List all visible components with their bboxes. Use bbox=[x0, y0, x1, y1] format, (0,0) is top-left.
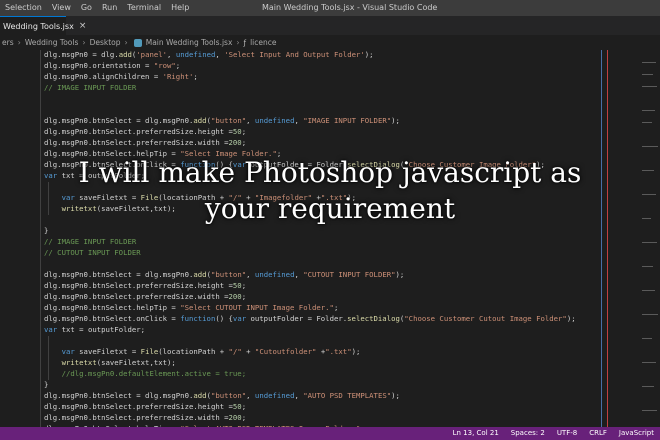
menu-run[interactable]: Run bbox=[97, 0, 122, 16]
status-language[interactable]: JavaScript bbox=[613, 427, 660, 440]
breadcrumb: ers › Wedding Tools › Desktop › Main Wed… bbox=[0, 35, 660, 50]
code-line[interactable]: dlg.msgPn0.btnSelect = dlg.msgPn0.add("b… bbox=[44, 269, 404, 280]
overlay-line-1: I will make Photoshop javascript as bbox=[78, 156, 582, 189]
code-line[interactable]: // IMAGE INPUT FOLDER bbox=[44, 82, 136, 93]
code-line[interactable]: var txt = outputFolder; bbox=[44, 324, 145, 335]
breadcrumb-item[interactable]: Wedding Tools bbox=[23, 38, 81, 47]
menu-items: Selection View Go Run Terminal Help bbox=[0, 0, 194, 16]
status-bar: Ln 13, Col 21 Spaces: 2 UTF-8 CRLF JavaS… bbox=[0, 427, 660, 440]
menu-terminal[interactable]: Terminal bbox=[122, 0, 166, 16]
status-encoding[interactable]: UTF-8 bbox=[551, 427, 583, 440]
code-line[interactable]: //dlg.msgPn0.defaultElement.active = tru… bbox=[44, 368, 247, 379]
code-line[interactable]: dlg.msgPn0.alignChildren = 'Right'; bbox=[44, 71, 198, 82]
code-line[interactable]: dlg.msgPn0.btnSelect.preferredSize.heigh… bbox=[44, 126, 246, 137]
breadcrumb-item[interactable]: ers bbox=[0, 38, 16, 47]
code-line[interactable]: // IMAGE INPUT FOLDER bbox=[44, 236, 136, 247]
status-line-ending[interactable]: CRLF bbox=[583, 427, 613, 440]
indent-guide bbox=[40, 50, 41, 427]
tab-wedding-tools[interactable]: Wedding Tools.jsx × bbox=[0, 16, 86, 35]
tab-label: Wedding Tools.jsx bbox=[3, 21, 74, 31]
code-line[interactable]: // CUTOUT INPUT FOLDER bbox=[44, 247, 141, 258]
promo-overlay-text: I will make Photoshop javascript as your… bbox=[0, 155, 660, 227]
code-line[interactable]: dlg.msgPn0.btnSelect = dlg.msgPn0.add("b… bbox=[44, 115, 400, 126]
menu-view[interactable]: View bbox=[47, 0, 76, 16]
minimap[interactable] bbox=[640, 50, 660, 427]
status-indentation[interactable]: Spaces: 2 bbox=[505, 427, 551, 440]
window-title: Main Wedding Tools.jsx - Visual Studio C… bbox=[262, 3, 438, 12]
chevron-right-icon: › bbox=[82, 38, 86, 47]
code-line[interactable]: dlg.msgPn0.btnSelect.onClick = function(… bbox=[44, 313, 576, 324]
code-line[interactable]: dlg.msgPn0.btnSelect.preferredSize.width… bbox=[44, 137, 246, 148]
tab-bar: Wedding Tools.jsx × bbox=[0, 16, 660, 35]
menu-go[interactable]: Go bbox=[76, 0, 97, 16]
ruler-line bbox=[607, 50, 608, 427]
code-line[interactable]: dlg.msgPn0.btnSelect.preferredSize.heigh… bbox=[44, 280, 246, 291]
close-icon[interactable]: × bbox=[79, 21, 87, 31]
function-symbol-icon: ƒ bbox=[243, 38, 247, 47]
code-line[interactable]: writetxt(saveFiletxt,txt); bbox=[44, 357, 176, 368]
code-line[interactable]: dlg.msgPn0.btnSelect.preferredSize.width… bbox=[44, 412, 246, 423]
breadcrumb-item[interactable]: Desktop bbox=[88, 38, 123, 47]
menu-selection[interactable]: Selection bbox=[0, 0, 47, 16]
code-line[interactable]: dlg.msgPn0.btnSelect.preferredSize.width… bbox=[44, 291, 246, 302]
code-line[interactable]: dlg.msgPn0.btnSelect.preferredSize.heigh… bbox=[44, 401, 246, 412]
code-line[interactable]: dlg.msgPn0 = dlg.add('panel', undefined,… bbox=[44, 50, 374, 60]
code-line[interactable]: dlg.msgPn0.orientation = "row"; bbox=[44, 60, 180, 71]
javascript-file-icon bbox=[133, 38, 142, 47]
code-line[interactable]: dlg.msgPn0.btnSelect.helpTip = "Select C… bbox=[44, 302, 338, 313]
menu-bar: Selection View Go Run Terminal Help Main… bbox=[0, 0, 660, 16]
code-line[interactable]: } bbox=[44, 379, 48, 390]
chevron-right-icon: › bbox=[17, 38, 21, 47]
breadcrumb-item[interactable]: Main Wedding Tools.jsx bbox=[144, 38, 235, 47]
code-line[interactable]: dlg.msgPn0.btnSelect = dlg.msgPn0.add("b… bbox=[44, 390, 400, 401]
chevron-right-icon: › bbox=[124, 38, 128, 47]
breadcrumb-item[interactable]: licence bbox=[248, 38, 278, 47]
ruler-line bbox=[601, 50, 602, 427]
overlay-line-2: your requirement bbox=[204, 192, 456, 225]
code-line[interactable]: var saveFiletxt = File(locationPath + "/… bbox=[44, 346, 361, 357]
chevron-right-icon: › bbox=[236, 38, 240, 47]
status-cursor-position[interactable]: Ln 13, Col 21 bbox=[447, 427, 505, 440]
code-editor[interactable]: dlg.msgPn0 = dlg.add('panel', undefined,… bbox=[0, 50, 660, 427]
menu-help[interactable]: Help bbox=[166, 0, 194, 16]
